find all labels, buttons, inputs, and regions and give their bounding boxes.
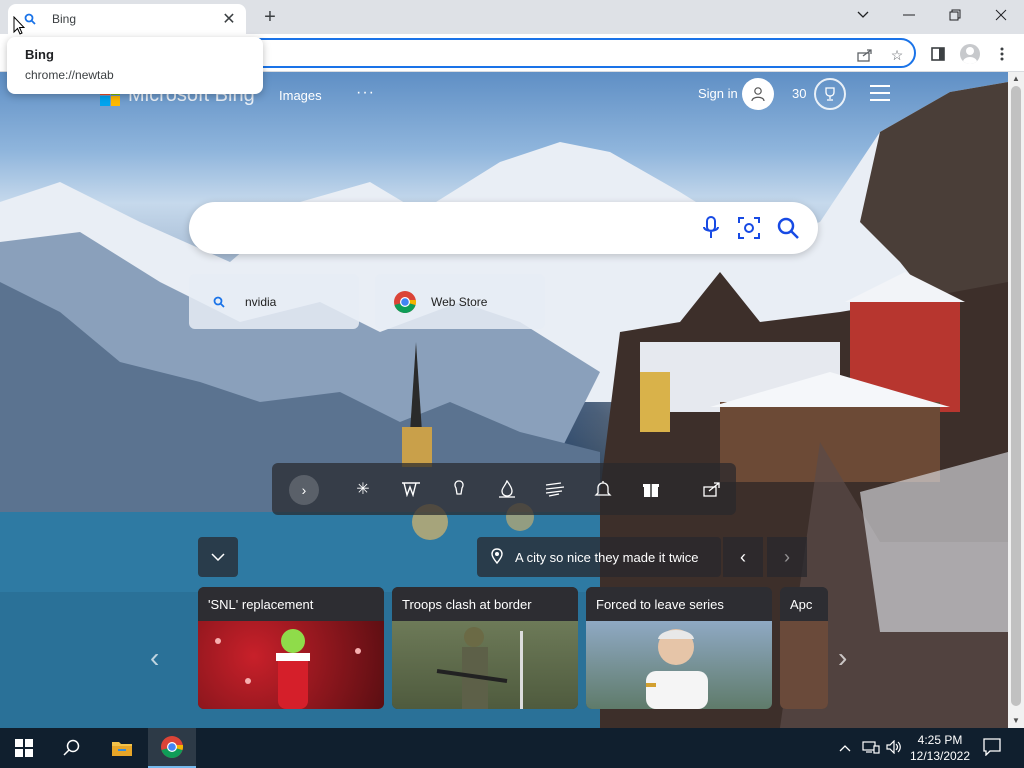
quick-link-web-store[interactable]: Web Store <box>375 274 545 329</box>
search-input[interactable] <box>213 212 693 244</box>
chrome-logo-icon <box>393 290 417 314</box>
visual-search-icon[interactable] <box>735 214 763 242</box>
tab-search-chevron-down-icon[interactable] <box>840 0 886 30</box>
wind-icon[interactable] <box>543 477 567 501</box>
news-next-chevron-right-icon[interactable]: › <box>838 642 847 674</box>
window-close-icon[interactable] <box>978 0 1024 30</box>
landscape-icon[interactable] <box>399 477 423 501</box>
tab-title: Bing <box>52 12 77 26</box>
windows-taskbar: 4:25 PM 12/13/2022 <box>0 728 1024 768</box>
address-bar[interactable]: ☆ <box>200 38 916 68</box>
action-center-notification-icon[interactable] <box>983 738 1001 759</box>
account-avatar-icon[interactable] <box>742 78 774 110</box>
sign-in-link[interactable]: Sign in <box>698 86 738 101</box>
image-caption[interactable]: A city so nice they made it twice <box>477 537 721 577</box>
quick-link-label: nvidia <box>245 294 277 309</box>
news-card-image <box>198 621 384 709</box>
browser-tab-bing[interactable]: Bing ✕ <box>8 4 246 34</box>
profile-icon[interactable] <box>958 44 982 64</box>
scrollbar-thumb[interactable] <box>1011 86 1021 706</box>
bing-homepage: Microsoft Bing Images ··· Sign in 30 nvi… <box>0 72 1008 728</box>
expand-arrow-icon[interactable]: › <box>289 475 319 505</box>
file-explorer-icon[interactable] <box>98 728 146 768</box>
browser-titlebar: Bing ✕ + <box>0 0 1024 34</box>
bookmark-star-icon[interactable]: ☆ <box>888 46 906 64</box>
caption-text: A city so nice they made it twice <box>515 549 699 565</box>
volume-icon[interactable] <box>886 739 902 757</box>
search-icon <box>207 290 231 314</box>
fire-icon[interactable] <box>495 477 519 501</box>
location-pin-icon <box>491 547 503 567</box>
scroll-down-arrow-icon[interactable]: ▼ <box>1012 716 1020 725</box>
taskbar-clock[interactable]: 4:25 PM 12/13/2022 <box>905 732 975 764</box>
nav-more-link[interactable]: ··· <box>356 84 375 102</box>
minimize-icon[interactable] <box>886 0 932 30</box>
windows-start-icon[interactable] <box>0 728 48 768</box>
news-card-title: Troops clash at border <box>392 587 578 621</box>
bell-icon[interactable] <box>591 477 615 501</box>
collapse-feed-chevron-down-icon[interactable] <box>198 537 238 577</box>
quick-link-label: Web Store <box>431 294 488 309</box>
previous-image-chevron-left-icon[interactable]: ‹ <box>723 537 763 577</box>
gift-icon[interactable] <box>639 477 663 501</box>
tooltip-title: Bing <box>25 47 54 62</box>
news-card-image <box>392 621 578 709</box>
news-prev-chevron-left-icon[interactable]: ‹ <box>150 642 159 674</box>
news-card-image <box>586 621 772 709</box>
chrome-menu-icon[interactable] <box>990 44 1014 64</box>
share-icon[interactable] <box>700 477 724 501</box>
show-hidden-icons-chevron-up-icon[interactable] <box>839 740 851 755</box>
new-tab-button[interactable]: + <box>258 6 282 28</box>
tab-close-icon[interactable]: ✕ <box>220 10 238 28</box>
news-card[interactable]: Apc <box>780 587 828 709</box>
quick-link-nvidia[interactable]: nvidia <box>189 274 359 329</box>
search-icon[interactable] <box>48 728 96 768</box>
microphone-icon[interactable] <box>697 214 725 242</box>
news-card-title: 'SNL' replacement <box>198 587 384 621</box>
hamburger-menu-icon[interactable] <box>870 85 890 101</box>
tab-hover-tooltip: Bing chrome://newtab <box>7 37 263 94</box>
next-image-chevron-right-icon[interactable]: › <box>767 537 807 577</box>
share-icon[interactable] <box>856 46 874 64</box>
side-panel-icon[interactable] <box>926 44 950 64</box>
snowflake-icon[interactable]: ✳ <box>351 477 375 501</box>
rewards-points[interactable]: 30 <box>792 86 806 101</box>
news-card-title: Forced to leave series <box>586 587 772 621</box>
news-card-title: Apc <box>780 587 828 621</box>
tooltip-url: chrome://newtab <box>25 68 114 82</box>
clock-date: 12/13/2022 <box>909 749 971 763</box>
nav-images-link[interactable]: Images <box>279 88 322 103</box>
news-card[interactable]: 'SNL' replacement <box>198 587 384 709</box>
bing-search-box[interactable] <box>189 202 818 254</box>
chrome-taskbar-icon[interactable] <box>148 728 196 768</box>
scroll-up-arrow-icon[interactable]: ▲ <box>1012 74 1020 83</box>
clock-time: 4:25 PM <box>917 733 963 747</box>
rewards-trophy-icon[interactable] <box>814 78 846 110</box>
lightbulb-icon[interactable] <box>447 477 471 501</box>
news-card-image <box>780 621 828 709</box>
page-scrollbar[interactable]: ▲ ▼ <box>1008 72 1024 728</box>
search-icon[interactable] <box>774 214 802 242</box>
network-icon[interactable] <box>862 740 880 757</box>
restore-icon[interactable] <box>932 0 978 30</box>
news-card[interactable]: Troops clash at border <box>392 587 578 709</box>
image-info-toolbar: › ✳ <box>272 463 736 515</box>
mouse-cursor-icon <box>13 16 25 35</box>
news-card[interactable]: Forced to leave series <box>586 587 772 709</box>
